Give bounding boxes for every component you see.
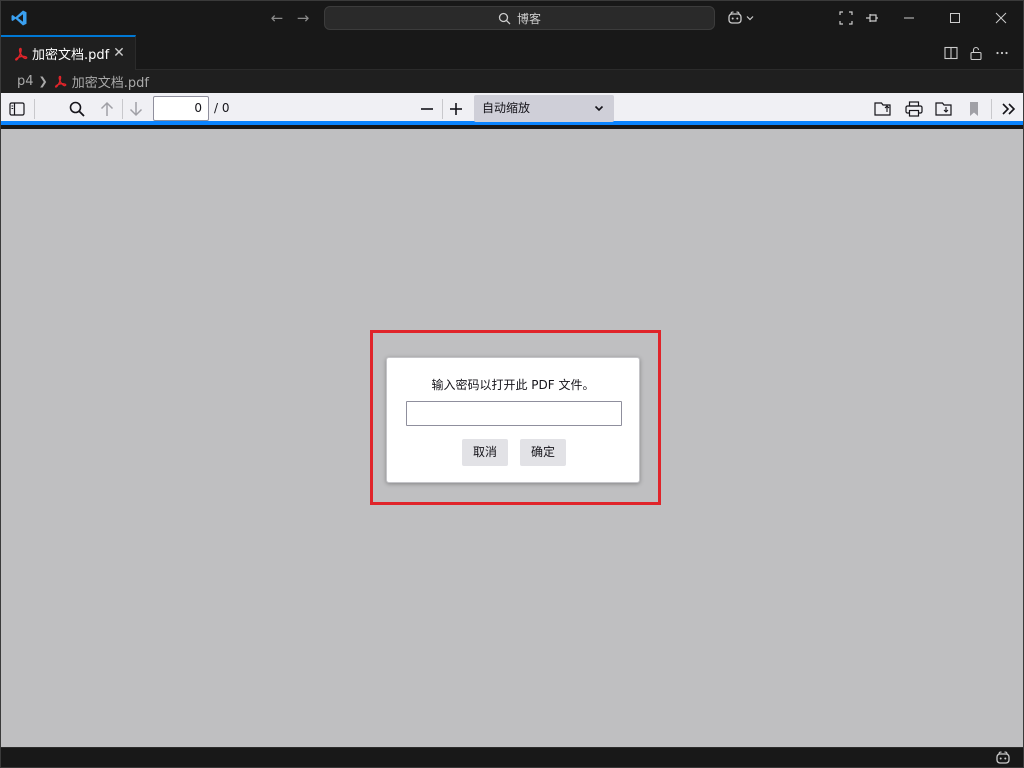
toolbar-divider xyxy=(34,99,35,119)
breadcrumb: p4 ❯ 加密文档.pdf xyxy=(1,70,1023,93)
toolbar-divider xyxy=(122,99,123,119)
split-editor-icon[interactable] xyxy=(942,44,960,62)
editor-tab-bar: 加密文档.pdf ✕ xyxy=(1,35,1023,70)
command-center-search[interactable]: 博客 xyxy=(324,6,715,30)
toolbar-divider xyxy=(442,99,443,119)
open-file-icon[interactable] xyxy=(872,98,894,120)
unlock-icon[interactable] xyxy=(967,44,985,62)
pdf-toolbar: 0 / 0 自动缩放 xyxy=(1,93,1023,125)
vscode-logo-icon xyxy=(11,10,27,26)
close-tab-icon[interactable]: ✕ xyxy=(111,45,127,61)
password-input[interactable] xyxy=(406,401,622,426)
status-bar xyxy=(1,747,1023,767)
breadcrumb-folder[interactable]: p4 xyxy=(17,74,34,89)
tab-encrypted-pdf[interactable]: 加密文档.pdf ✕ xyxy=(1,35,136,70)
copilot-button[interactable] xyxy=(727,8,759,28)
minimize-icon[interactable] xyxy=(886,1,932,35)
sidebar-toggle-icon[interactable] xyxy=(6,98,28,120)
tab-label: 加密文档.pdf xyxy=(32,48,110,63)
close-icon[interactable] xyxy=(978,1,1024,35)
fullscreen-icon[interactable] xyxy=(837,9,855,27)
copilot-icon xyxy=(728,11,742,24)
breadcrumb-file[interactable]: 加密文档.pdf xyxy=(72,72,149,91)
toolbar-divider xyxy=(991,99,992,119)
maximize-icon[interactable] xyxy=(932,1,978,35)
forward-arrow-icon[interactable]: → xyxy=(294,9,312,27)
zoom-select-value: 自动缩放 xyxy=(482,101,531,115)
cancel-button[interactable]: 取消 xyxy=(462,439,508,466)
ok-button[interactable]: 确定 xyxy=(520,439,566,466)
previous-page-icon[interactable] xyxy=(96,98,118,120)
pdf-file-icon xyxy=(15,47,28,61)
page-count: / 0 xyxy=(214,101,230,115)
pdf-viewer-area: 输入密码以打开此 PDF 文件。 取消 确定 xyxy=(1,129,1023,747)
find-search-icon[interactable] xyxy=(66,98,88,120)
save-download-icon[interactable] xyxy=(933,98,955,120)
title-bar: ← → 博客 xyxy=(1,1,1023,35)
vscode-window: ← → 博客 加密文档.pdf ✕ p4 ❯ 加密文档.pdf 0 / 0 自动… xyxy=(0,0,1024,768)
print-icon[interactable] xyxy=(903,98,925,120)
back-arrow-icon[interactable]: ← xyxy=(268,9,286,27)
more-actions-icon[interactable] xyxy=(993,44,1011,62)
chevron-right-icon: ❯ xyxy=(38,75,48,88)
page-number-input[interactable]: 0 xyxy=(153,96,209,121)
zoom-in-icon[interactable] xyxy=(445,98,467,120)
double-chevron-right-icon[interactable] xyxy=(998,98,1020,120)
chevron-down-icon xyxy=(594,95,604,133)
next-page-icon[interactable] xyxy=(125,98,147,120)
chevron-down-icon xyxy=(746,16,754,21)
zoom-out-icon[interactable] xyxy=(416,98,438,120)
copilot-status-icon[interactable] xyxy=(995,750,1011,766)
password-dialog: 输入密码以打开此 PDF 文件。 取消 确定 xyxy=(386,357,640,483)
pdf-file-icon xyxy=(54,75,67,88)
password-prompt-message: 输入密码以打开此 PDF 文件。 xyxy=(431,378,595,392)
zoom-select[interactable]: 自动缩放 xyxy=(474,95,614,122)
pin-icon[interactable] xyxy=(863,9,881,27)
search-text: 博客 xyxy=(516,11,541,26)
bookmark-icon[interactable] xyxy=(963,98,985,120)
search-icon xyxy=(498,12,511,24)
